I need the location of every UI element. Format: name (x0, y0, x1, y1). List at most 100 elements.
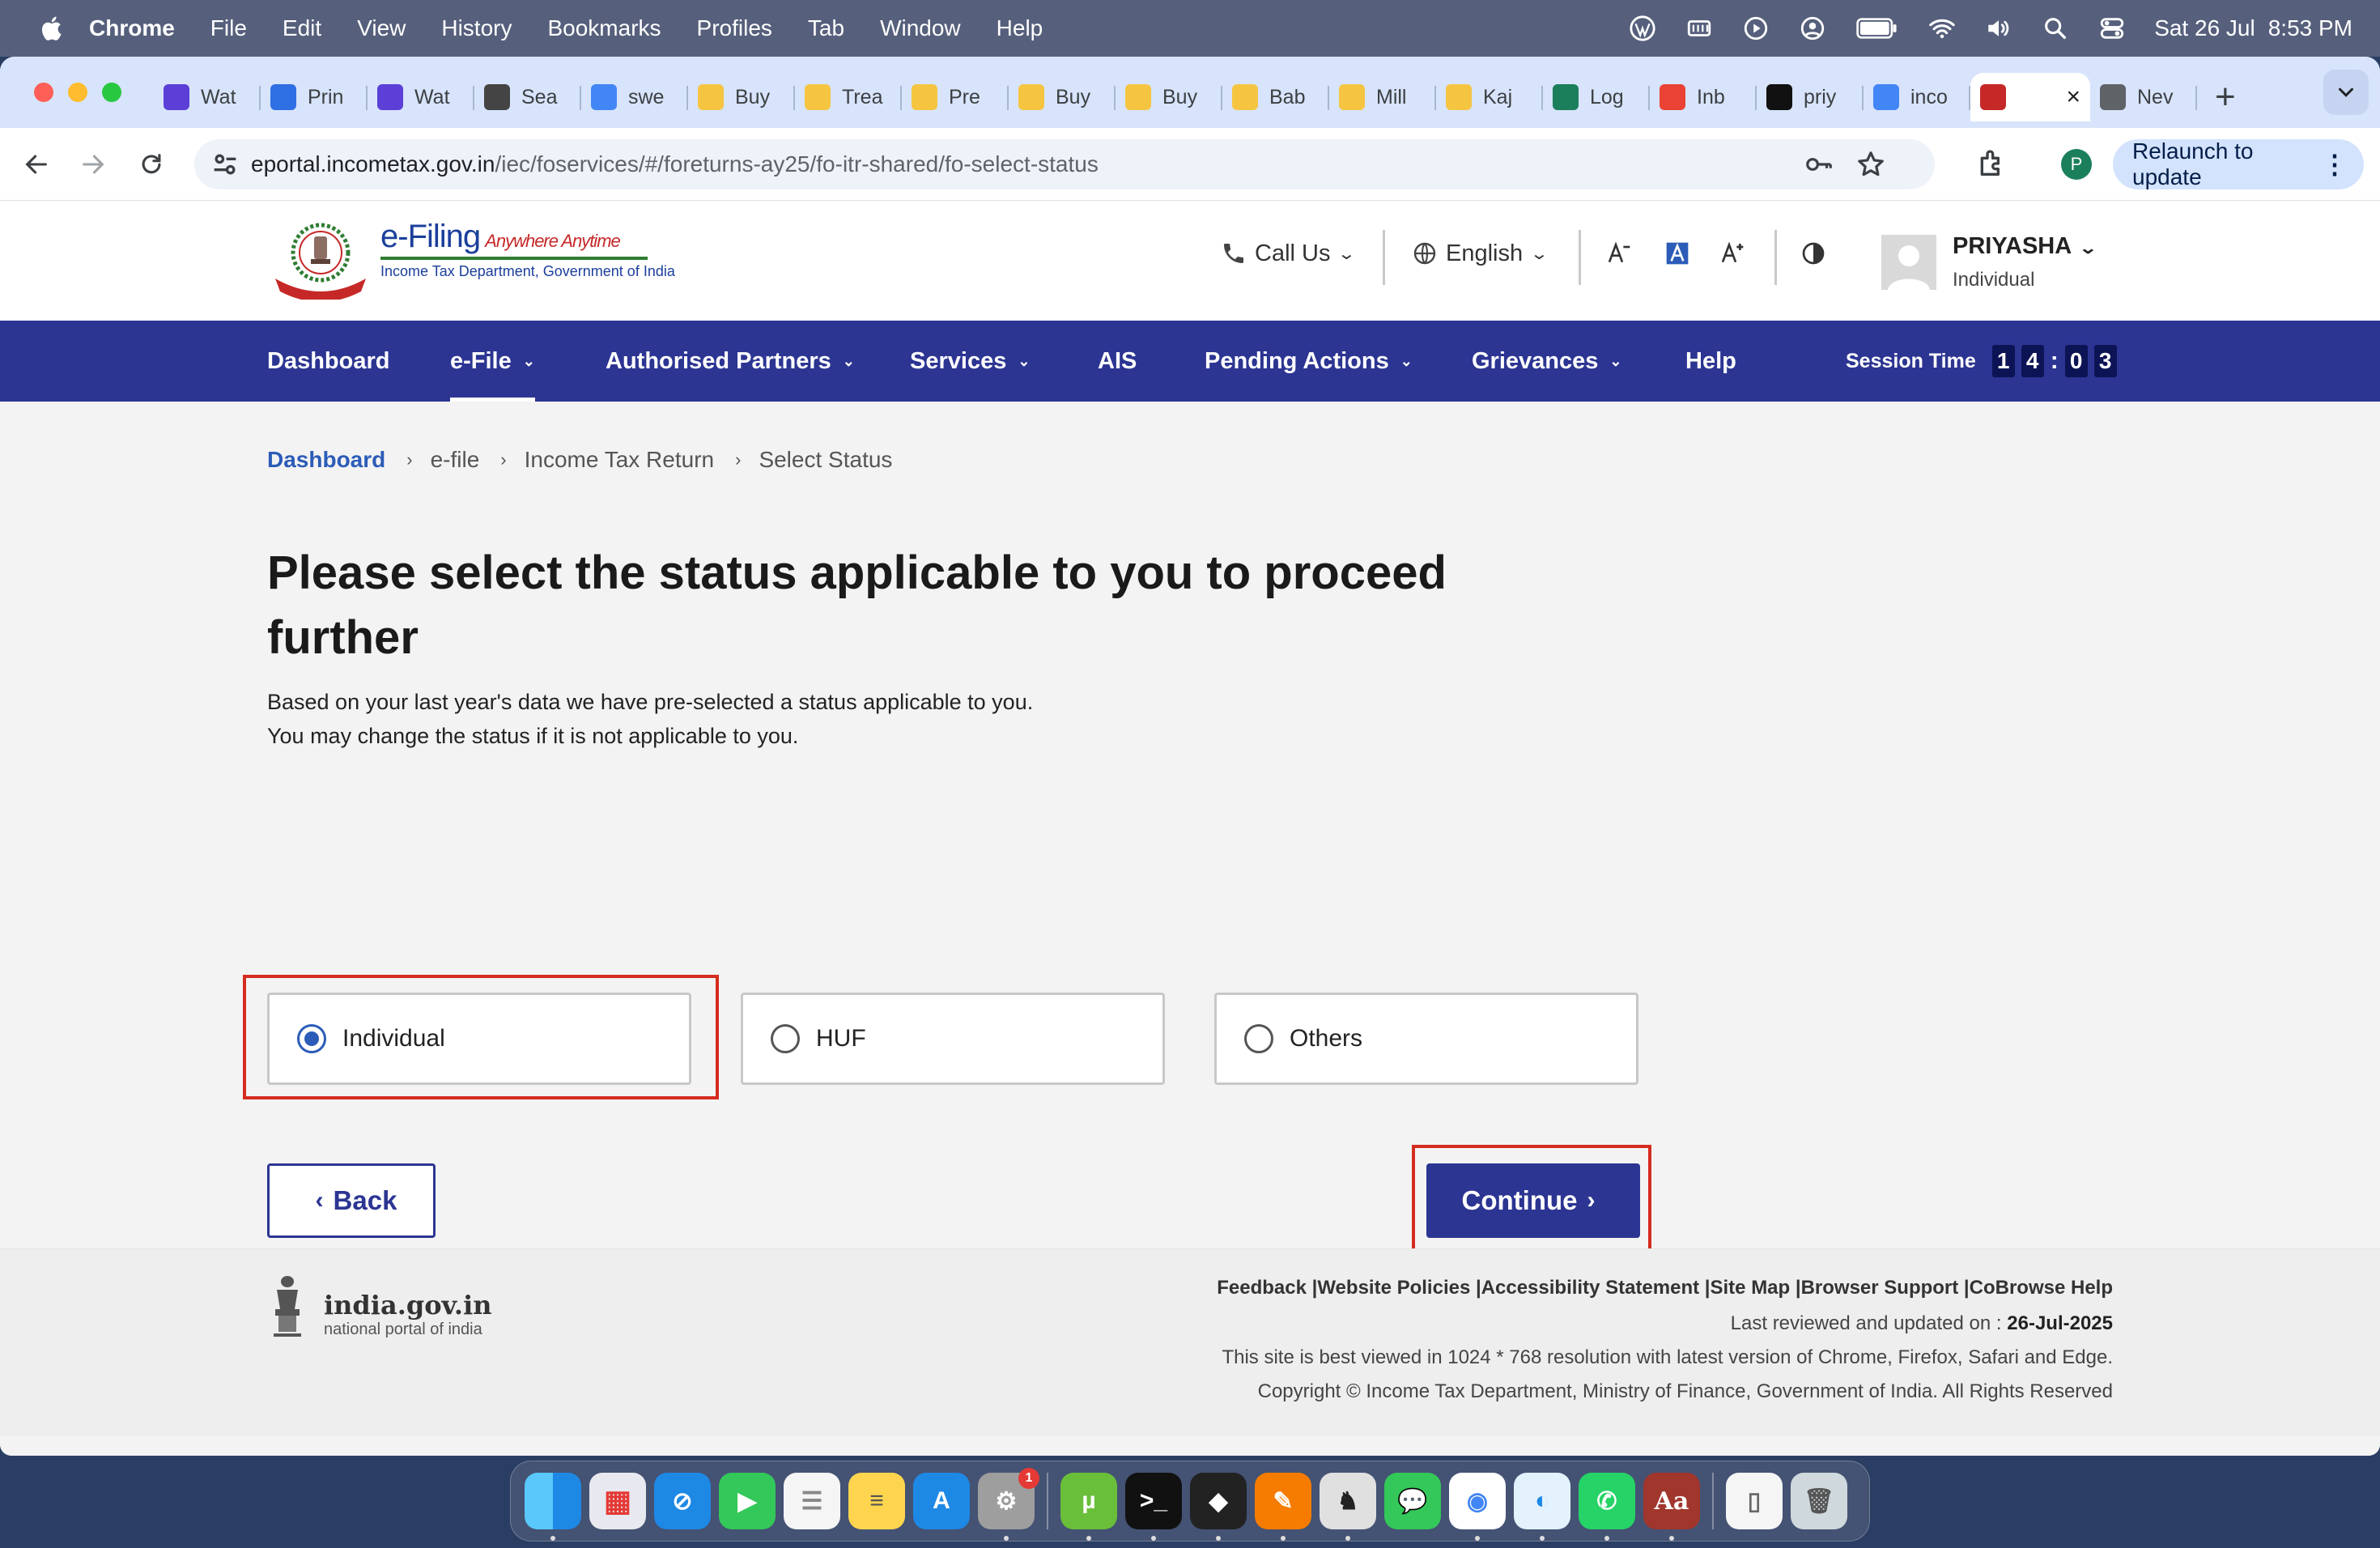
dock-terminal-icon[interactable]: >_ (1125, 1473, 1182, 1541)
new-tab-plus-icon[interactable]: + (2215, 77, 2247, 117)
menu-history[interactable]: History (441, 15, 512, 41)
menu-chrome[interactable]: Chrome (89, 15, 175, 41)
dock-pages-icon[interactable]: ✎ (1255, 1473, 1311, 1541)
menu-bookmarks[interactable]: Bookmarks (547, 15, 661, 41)
menu-help[interactable]: Help (997, 15, 1043, 41)
dock-reader-icon[interactable]: ♞ (1320, 1473, 1376, 1541)
dock-appstore-icon[interactable]: A (913, 1473, 970, 1529)
relaunch-to-update-button[interactable]: Relaunch to update ⋮ (2113, 138, 2364, 189)
browser-tab[interactable]: swe (581, 73, 688, 121)
status-option-others[interactable]: Others (1214, 993, 1638, 1085)
memory-icon[interactable] (1685, 14, 1714, 43)
footer-links[interactable]: Feedback |Website Policies |Accessibilit… (1217, 1277, 2113, 1299)
nav-ais[interactable]: AIS (1098, 321, 1137, 402)
nav-services[interactable]: Services ⌄ (910, 321, 1030, 402)
browser-tab-active[interactable]: × (1970, 73, 2090, 121)
menu-edit[interactable]: Edit (283, 15, 321, 41)
dock-whatsapp-icon[interactable]: ✆ (1579, 1473, 1635, 1541)
tab-search-button[interactable] (2323, 70, 2369, 115)
browser-tab[interactable]: Mill (1329, 73, 1436, 121)
browser-tab[interactable]: Prin (261, 73, 368, 121)
menubar-date[interactable]: Sat 26 Jul (2154, 15, 2255, 41)
dock-dictionary-icon[interactable]: Aa (1643, 1473, 1700, 1541)
default-font-button[interactable] (1664, 233, 1698, 274)
browser-tab[interactable]: Bab (1222, 73, 1329, 121)
browser-tab[interactable]: inco (1864, 73, 1970, 121)
dock-utorrent-icon[interactable]: µ (1060, 1473, 1117, 1541)
dock-cube-app-icon[interactable]: ◆ (1190, 1473, 1247, 1541)
address-bar[interactable]: eportal.incometax.gov.in/iec/foservices/… (194, 139, 1935, 189)
call-us-dropdown[interactable]: Call Us ⌄ (1221, 233, 1357, 274)
radio-selected[interactable] (297, 1024, 326, 1053)
nav-help[interactable]: Help (1685, 321, 1736, 402)
wordpress-icon[interactable] (1628, 14, 1657, 43)
dock-vpn-icon[interactable]: ◐ (1514, 1473, 1570, 1541)
india-gov-logo[interactable]: india.gov.in national portal of india (267, 1274, 491, 1342)
browser-tab[interactable]: Buy (1009, 73, 1116, 121)
user-menu[interactable]: PRIYASHA ⌄ (1953, 233, 2097, 260)
dock-notes-icon[interactable]: ≡ (848, 1473, 905, 1529)
dock-safari-icon[interactable]: ⊘ (654, 1473, 711, 1529)
radio-unselected[interactable] (771, 1024, 800, 1053)
apple-logo-icon[interactable] (31, 14, 74, 43)
menu-view[interactable]: View (357, 15, 406, 41)
dock-document-icon[interactable]: ▯ (1726, 1473, 1783, 1529)
close-tab-icon[interactable]: × (2066, 83, 2080, 111)
browser-tab[interactable]: Nev (2090, 73, 2197, 121)
minimize-window-button[interactable] (68, 83, 87, 102)
browser-tab[interactable]: Sea (474, 73, 581, 121)
close-window-button[interactable] (34, 83, 53, 102)
menu-profiles[interactable]: Profiles (697, 15, 772, 41)
extensions-puzzle-icon[interactable] (1975, 147, 2008, 180)
language-dropdown[interactable]: English ⌄ (1412, 233, 1549, 274)
contrast-toggle-button[interactable] (1800, 233, 1834, 274)
dock-chrome-icon[interactable]: ◉ (1449, 1473, 1506, 1541)
dock-finder-icon[interactable] (525, 1473, 581, 1541)
battery-icon[interactable] (1855, 14, 1900, 43)
continue-button[interactable]: Continue › (1426, 1163, 1640, 1238)
dock-facetime-icon[interactable]: ▶ (719, 1473, 776, 1529)
control-center-icon[interactable] (2097, 14, 2127, 43)
browser-tab[interactable]: Buy (688, 73, 795, 121)
dock-trash-icon[interactable]: 🗑 (1791, 1473, 1847, 1529)
dock-launchpad-icon[interactable]: ▦ (589, 1473, 646, 1529)
user-circle-icon[interactable] (1798, 14, 1827, 43)
dock-settings-icon[interactable]: ⚙ 1 (978, 1468, 1039, 1541)
browser-tab[interactable]: Kaj (1436, 73, 1543, 121)
search-icon[interactable] (2041, 14, 2070, 43)
nav-authorised-partners[interactable]: Authorised Partners ⌄ (606, 321, 855, 402)
browser-tab[interactable]: Wat (368, 73, 474, 121)
breadcrumb-dashboard[interactable]: Dashboard (267, 447, 385, 473)
status-option-individual[interactable]: Individual (267, 993, 691, 1085)
browser-tab[interactable]: Wat (154, 73, 261, 121)
menu-tab[interactable]: Tab (808, 15, 844, 41)
key-icon[interactable] (1804, 149, 1834, 180)
efiling-logo[interactable]: e-Filing Anywhere Anytime Income Tax Depa… (267, 219, 675, 300)
reload-button[interactable] (133, 146, 170, 183)
forward-nav-button[interactable] (74, 146, 112, 183)
wifi-icon[interactable] (1927, 14, 1957, 43)
nav-efile[interactable]: e-File ⌄ (450, 321, 535, 402)
browser-tab[interactable]: priy (1757, 73, 1864, 121)
browser-tab[interactable]: Pre (902, 73, 1009, 121)
bookmark-star-icon[interactable] (1855, 149, 1886, 180)
site-info-icon[interactable] (209, 148, 241, 181)
back-button[interactable]: ‹ Back (267, 1163, 436, 1238)
back-nav-button[interactable] (18, 146, 55, 183)
dock-messages-icon[interactable]: 💬 (1384, 1473, 1441, 1529)
increase-font-button[interactable] (1719, 233, 1753, 274)
browser-tab[interactable]: Log (1543, 73, 1650, 121)
nav-dashboard[interactable]: Dashboard (267, 321, 389, 402)
dock-reminders-icon[interactable]: ☰ (784, 1473, 840, 1529)
decrease-font-button[interactable] (1606, 233, 1640, 274)
status-option-huf[interactable]: HUF (741, 993, 1165, 1085)
browser-tab[interactable]: Inb (1650, 73, 1757, 121)
menu-file[interactable]: File (210, 15, 247, 41)
browser-tab[interactable]: Buy (1116, 73, 1222, 121)
profile-avatar[interactable]: P (2061, 149, 2092, 180)
user-avatar[interactable] (1881, 235, 1936, 290)
nav-grievances[interactable]: Grievances ⌄ (1472, 321, 1621, 402)
volume-icon[interactable] (1984, 14, 2013, 43)
menu-window[interactable]: Window (880, 15, 961, 41)
zoom-window-button[interactable] (102, 83, 121, 102)
